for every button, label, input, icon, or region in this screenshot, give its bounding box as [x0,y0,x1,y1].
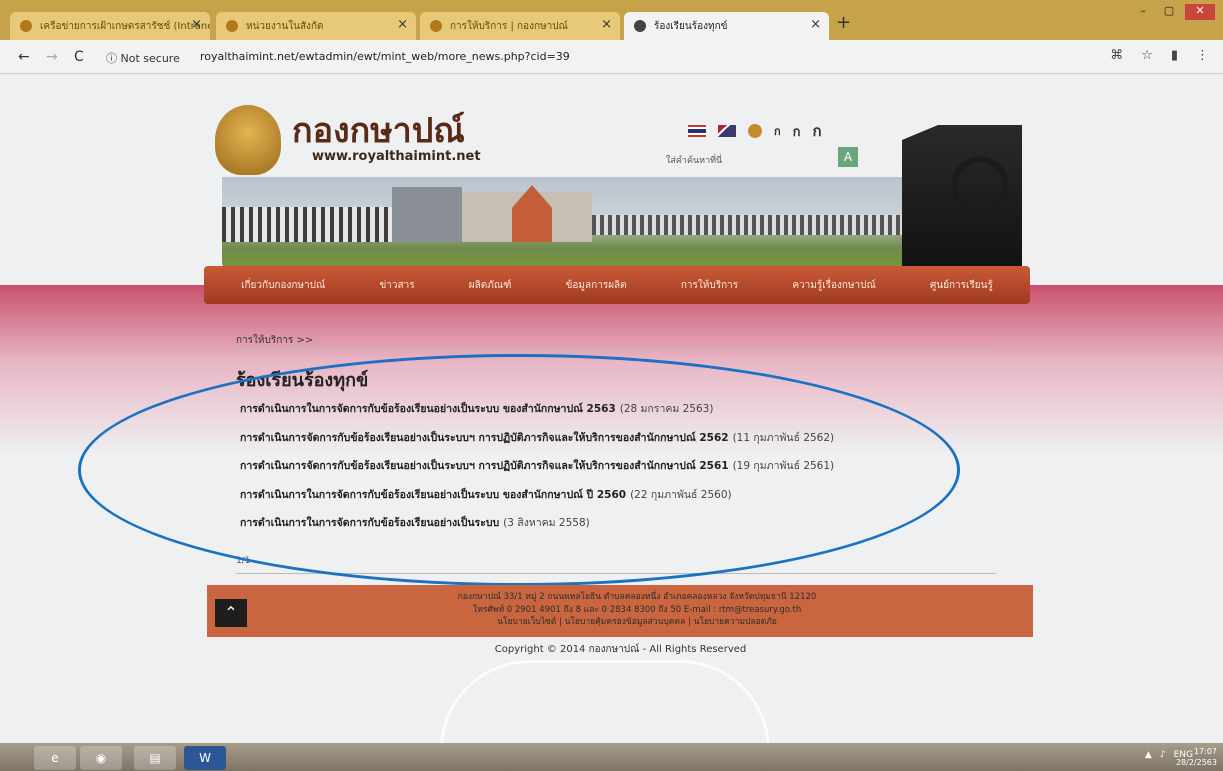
volume-icon[interactable]: ♪ [1160,750,1166,760]
menu-item-services[interactable]: การให้บริการ [681,278,738,293]
emblem-icon[interactable] [748,124,762,138]
font-size-large[interactable]: ก [813,119,822,143]
tab-favicon-icon [20,20,32,32]
menu-item-knowledge[interactable]: ความรู้เรื่องกษาปณ์ [792,278,875,293]
clock-date: 28/2/2563 [1175,758,1217,767]
clock-time: 17:07 [1193,747,1217,756]
close-icon[interactable]: × [810,17,821,32]
reload-icon[interactable]: C [74,49,84,65]
header-banner-image [222,177,912,272]
browser-tab-bar: เครือข่ายการเฝ้าเกษตรสารัชช์ (Intranet) … [0,0,1223,40]
network-icon[interactable]: ▲ [1145,750,1152,760]
tab-label: เครือข่ายการเฝ้าเกษตรสารัชช์ (Intranet) [40,21,210,32]
tab-favicon-icon [430,20,442,32]
maximize-button[interactable]: ▢ [1159,4,1179,20]
address-bar: ← → C ⓘ Not secure royalthaimint.net/ewt… [0,40,1223,74]
security-label: Not secure [120,52,180,65]
menu-item-news[interactable]: ข่าวสาร [379,278,414,293]
tab-label: การให้บริการ | กองกษาปณ์ [450,21,568,32]
web-page: กองกษาปณ์ www.royalthaimint.net ก ก ก ใส… [0,75,1223,750]
coin-press-machine-image [902,125,1022,275]
font-size-medium[interactable]: ก [793,121,801,142]
language-bar: ก ก ก [688,119,822,143]
new-tab-button[interactable]: + [836,12,851,33]
chrome-icon[interactable]: ◉ [80,746,122,770]
search-input[interactable]: ใส่คำค้นหาที่นี่ [666,153,722,167]
window-controls: – ▢ ✕ [1133,4,1215,20]
footer-address: กองกษาปณ์ 33/1 หมู่ 2 ถนนพหลโยธิน ตำบลคล… [457,592,817,602]
tab-label: ร้องเรียนร้องทุกข์ [654,21,728,32]
internet-explorer-icon[interactable]: e [34,746,76,770]
footer-text: กองกษาปณ์ 33/1 หมู่ 2 ถนนพหลโยธิน ตำบลคล… [307,591,967,629]
globe-icon [634,20,646,32]
site-header: กองกษาปณ์ www.royalthaimint.net ก ก ก ใส… [210,97,1030,275]
browser-tab[interactable]: การให้บริการ | กองกษาปณ์ × [420,12,620,40]
copyright: Copyright © 2014 กองกษาปณ์ - All Rights … [494,644,747,655]
footer-links[interactable]: นโยบายเว็บไซต์ | นโยบายคุ้มครองข้อมูลส่ว… [307,616,967,629]
garuda-watermark [440,660,770,750]
system-clock[interactable]: 17:07 28/2/2563 [1176,746,1217,768]
font-size-small[interactable]: ก [774,122,781,140]
bookmark-star-icon[interactable]: ☆ [1141,48,1153,63]
menu-item-products[interactable]: ผลิตภัณฑ์ [469,278,512,293]
translate-icon[interactable]: ⌘ [1110,48,1123,63]
browser-tab-active[interactable]: ร้องเรียนร้องทุกข์ × [624,12,829,40]
menu-item-learning-center[interactable]: ศูนย์การเรียนรู้ [930,278,993,293]
tab-label: หน่วยงานในสังกัด [246,21,324,32]
divider [236,349,996,350]
royal-mint-logo[interactable] [215,105,281,175]
search-button[interactable]: A [838,147,858,167]
menu-item-about[interactable]: เกี่ยวกับกองกษาปณ์ [241,278,325,293]
back-arrow-icon[interactable]: ← [18,49,30,65]
file-explorer-icon[interactable]: ▤ [134,746,176,770]
windows-taskbar: e ◉ ▤ W ▲ ♪ ENG 17:07 28/2/2563 [0,743,1223,771]
site-url: www.royalthaimint.net [312,149,481,164]
tab-favicon-icon [226,20,238,32]
browser-tab[interactable]: เครือข่ายการเฝ้าเกษตรสารัชช์ (Intranet) … [10,12,210,40]
security-indicator[interactable]: ⓘ Not secure [106,50,180,66]
main-menu: เกี่ยวกับกองกษาปณ์ ข่าวสาร ผลิตภัณฑ์ ข้อ… [204,266,1030,304]
breadcrumb[interactable]: การให้บริการ >> [236,333,313,348]
extension-icon[interactable]: ▮ [1171,48,1178,63]
forward-arrow-icon[interactable]: → [46,49,58,65]
close-icon[interactable]: × [601,17,612,32]
close-icon[interactable]: × [191,17,202,32]
footer-phone: โทรศัพท์ 0 2901 4901 ถึง 8 และ 0 2834 83… [472,604,802,615]
minimize-button[interactable]: – [1133,4,1153,20]
menu-item-production[interactable]: ข้อมูลการผลิต [566,278,627,293]
url-field[interactable]: royalthaimint.net/ewtadmin/ewt/mint_web/… [200,50,570,63]
close-icon[interactable]: × [397,17,408,32]
browser-menu-icon[interactable]: ⋮ [1196,48,1209,63]
browser-tab[interactable]: หน่วยงานในสังกัด × [216,12,416,40]
word-icon[interactable]: W [184,746,226,770]
thai-flag-icon[interactable] [688,125,706,137]
english-flag-icon[interactable] [718,125,736,137]
highlight-ellipse [78,354,960,586]
site-footer: ⌃ กองกษาปณ์ 33/1 หมู่ 2 ถนนพหลโยธิน ตำบล… [207,585,1033,637]
scroll-to-top-icon[interactable]: ⌃ [215,599,247,627]
window-close-button[interactable]: ✕ [1185,4,1215,20]
